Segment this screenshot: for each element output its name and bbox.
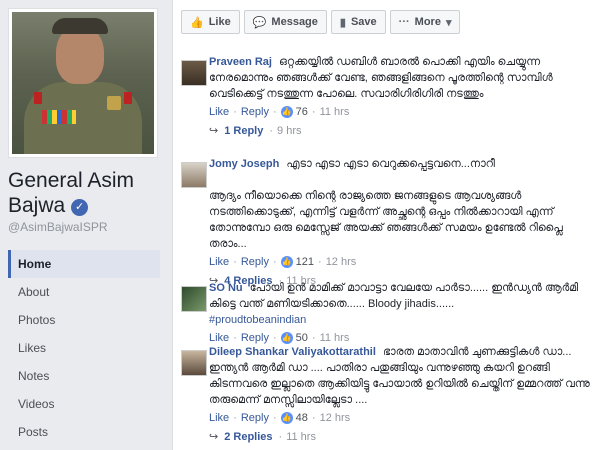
avatar[interactable] (181, 350, 207, 376)
page-name[interactable]: General Asim Bajwa ✓ (8, 168, 168, 218)
comment-like-link[interactable]: Like (209, 410, 229, 426)
comment-time[interactable]: 12 hrs (326, 254, 357, 270)
nav-item-photos[interactable]: Photos (8, 306, 160, 334)
view-replies-link[interactable]: ↪ 2 Replies · 11 hrs (209, 430, 593, 444)
caret-down-icon: ▾ (445, 16, 452, 29)
nav-item-posts[interactable]: Posts (8, 418, 160, 446)
avatar[interactable] (181, 162, 207, 188)
comment-body: Praveen Raj ഒറ്റക്കയ്യിൽ ഡബിൾ ബാരൽ പൊക്ക… (209, 54, 593, 102)
comment-time[interactable]: 12 hrs (320, 410, 351, 426)
hashtag-link[interactable]: #proudtobeanindian (209, 314, 306, 326)
bookmark-icon: ▮ (339, 16, 346, 29)
comment-text: എടാ എടാ എടാ വെറുക്കപ്പെട്ടവനെ...നാറീ ആദ്… (209, 158, 563, 250)
comment-author[interactable]: Praveen Raj (209, 56, 272, 68)
nav-item-about[interactable]: About (8, 278, 160, 306)
message-button[interactable]: 💬 Message (243, 10, 327, 34)
profile-photo (12, 12, 154, 154)
comment-meta: Like · Reply · 👍 76 · 11 hrs (209, 104, 350, 120)
like-count-icon: 👍 (280, 256, 293, 268)
thumbs-up-icon: 👍 (190, 16, 204, 29)
comment-body: Jomy Joseph എടാ എടാ എടാ വെറുക്കപ്പെട്ടവന… (209, 156, 593, 252)
comment-meta: Like · Reply · 👍 48 · 12 hrs (209, 410, 351, 426)
comment-author[interactable]: Jomy Joseph (209, 158, 279, 170)
like-count[interactable]: 121 (296, 254, 314, 270)
comment-reply-link[interactable]: Reply (241, 254, 269, 270)
comment-body: SO Nu പോയി ഉൻ മാമിക്ക് മാവാട്ടാ വേലയേ പാ… (209, 280, 593, 328)
comment-reply-link[interactable]: Reply (241, 104, 269, 120)
like-count-icon: 👍 (280, 106, 293, 118)
comment-like-link[interactable]: Like (209, 254, 229, 270)
page-handle[interactable]: @AsimBajwaISPR (8, 220, 108, 234)
verified-check-icon: ✓ (71, 199, 89, 216)
nav-item-home[interactable]: Home (8, 250, 160, 278)
comment-author[interactable]: Dileep Shankar Valiyakottarathil (209, 346, 376, 358)
avatar[interactable] (181, 286, 207, 312)
nav-item-notes[interactable]: Notes (8, 362, 160, 390)
left-column: General Asim Bajwa ✓ @AsimBajwaISPR Home… (0, 0, 172, 450)
avatar[interactable] (181, 60, 207, 86)
comment-body: Dileep Shankar Valiyakottarathil ഭാരത മാ… (209, 344, 593, 408)
comment: Dileep Shankar Valiyakottarathil ഭാരത മാ… (173, 344, 600, 443)
page-actions: 👍 Like 💬 Message ▮ Save ··· More ▾ (181, 10, 461, 34)
profile-picture[interactable] (8, 8, 158, 158)
comment: SO Nu പോയി ഉൻ മാമിക്ക് മാവാട്ടാ വേലയേ പാ… (173, 280, 600, 346)
comment-like-link[interactable]: Like (209, 104, 229, 120)
comment-author[interactable]: SO Nu (209, 282, 243, 294)
nav-item-likes[interactable]: Likes (8, 334, 160, 362)
comment: Jomy Joseph എടാ എടാ എടാ വെറുക്കപ്പെട്ടവന… (173, 156, 600, 287)
reply-arrow-icon: ↪ (209, 125, 219, 137)
save-button[interactable]: ▮ Save (330, 10, 386, 34)
view-replies-link[interactable]: ↪ 1 Reply · 9 hrs (209, 124, 593, 138)
like-count-icon: 👍 (280, 412, 293, 424)
main-column: 👍 Like 💬 Message ▮ Save ··· More ▾ Praveen Ra… (172, 0, 600, 450)
comment-time[interactable]: 11 hrs (320, 104, 350, 120)
comment: Praveen Raj ഒറ്റക്കയ്യിൽ ഡബിൾ ബാരൽ പൊക്ക… (173, 54, 600, 137)
nav-item-videos[interactable]: Videos (8, 390, 160, 418)
ellipsis-icon: ··· (398, 16, 410, 28)
comment-meta: Like · Reply · 👍 121 · 12 hrs (209, 254, 357, 270)
like-count[interactable]: 48 (296, 410, 308, 426)
comment-reply-link[interactable]: Reply (241, 410, 269, 426)
more-button[interactable]: ··· More ▾ (389, 10, 461, 34)
message-icon: 💬 (252, 16, 267, 29)
like-count-icon: 👍 (280, 332, 293, 344)
reply-arrow-icon: ↪ (209, 431, 219, 443)
like-count[interactable]: 76 (296, 104, 308, 120)
comment-text: പോയി ഉൻ മാമിക്ക് മാവാട്ടാ വേലയേ പാർടാ...… (209, 282, 579, 310)
page-nav: Home About Photos Likes Notes Videos Pos… (8, 250, 160, 446)
like-page-button[interactable]: 👍 Like (181, 10, 240, 34)
